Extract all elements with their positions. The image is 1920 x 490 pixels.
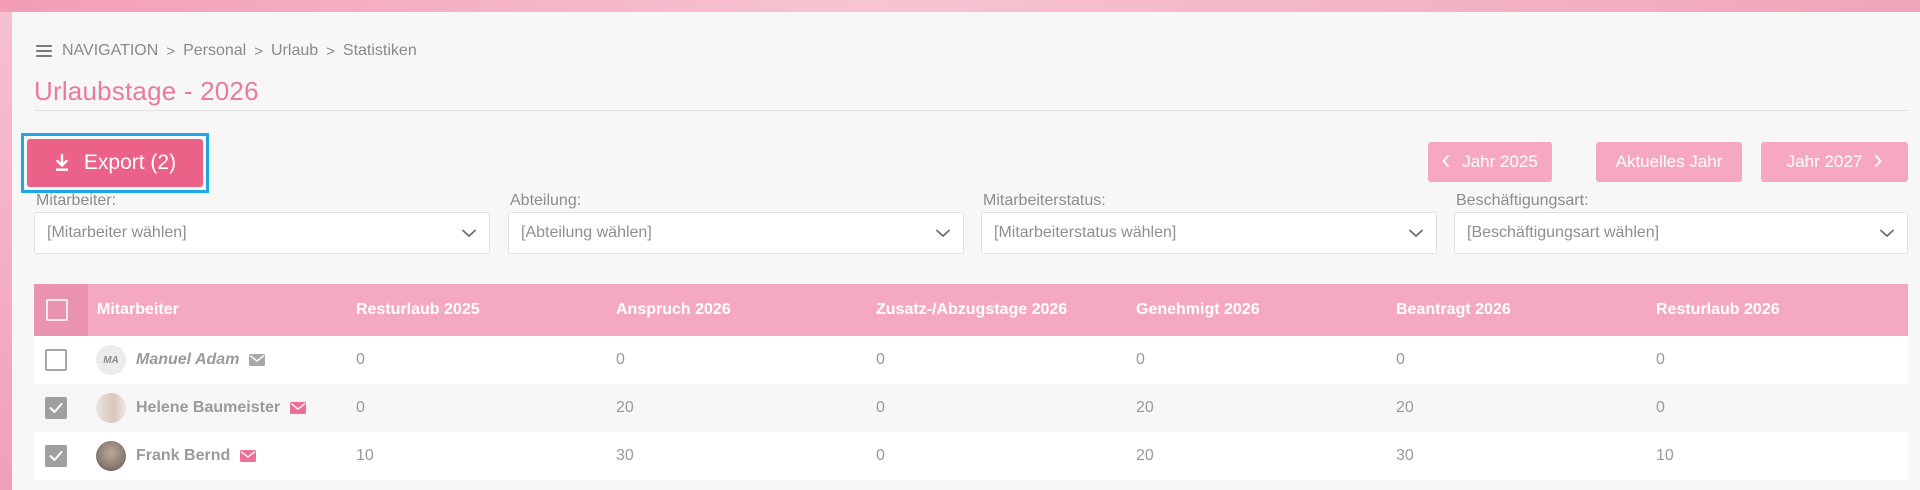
- cell-anspruch-2026: 0: [616, 351, 625, 368]
- avatar: MA: [96, 345, 126, 375]
- cell-resturlaub-2025: 10: [356, 447, 374, 464]
- next-year-label: Jahr 2027: [1786, 152, 1863, 171]
- export-button[interactable]: Export (2): [27, 139, 203, 187]
- table-row[interactable]: MA Manuel Adam 0 0 0 0 0 0: [34, 336, 1908, 384]
- chevron-left-icon: [1442, 152, 1450, 172]
- mitarbeiterstatus-select[interactable]: [Mitarbeiterstatus wählen]: [981, 212, 1437, 254]
- column-header-resturlaub-2025[interactable]: Resturlaub 2025: [348, 284, 608, 336]
- employee-name[interactable]: Manuel Adam: [136, 351, 239, 369]
- left-sidebar-strip: [0, 12, 12, 490]
- avatar: [96, 441, 126, 471]
- download-icon: [54, 154, 70, 172]
- column-header-resturlaub-2026[interactable]: Resturlaub 2026: [1648, 284, 1908, 336]
- cell-beantragt-2026: 30: [1396, 447, 1414, 464]
- prev-year-label: Jahr 2025: [1462, 152, 1538, 171]
- cell-zusatz-abzugstage-2026: 0: [876, 399, 885, 416]
- employee-name[interactable]: Helene Baumeister: [136, 399, 280, 417]
- filter-label-mitarbeiter: Mitarbeiter:: [36, 192, 117, 209]
- cell-genehmigt-2026: 20: [1136, 399, 1154, 416]
- column-header-beantragt-2026[interactable]: Beantragt 2026: [1388, 284, 1648, 336]
- mitarbeiter-select-value: [Mitarbeiter wählen]: [47, 224, 187, 241]
- cell-resturlaub-2025: 0: [356, 351, 365, 368]
- cell-beantragt-2026: 0: [1396, 351, 1405, 368]
- column-header-zusatz-abzugstage-2026[interactable]: Zusatz-/Abzugstage 2026: [868, 284, 1128, 336]
- vacation-statistics-table: Mitarbeiter Resturlaub 2025 Anspruch 202…: [34, 284, 1908, 480]
- beschaeftigungsart-select-value: [Beschäftigungsart wählen]: [1467, 224, 1660, 241]
- filter-label-abteilung: Abteilung:: [510, 192, 582, 209]
- column-header-anspruch-2026[interactable]: Anspruch 2026: [608, 284, 868, 336]
- breadcrumb-separator: >: [326, 42, 335, 60]
- table-header-row: Mitarbeiter Resturlaub 2025 Anspruch 202…: [34, 284, 1908, 336]
- next-year-button[interactable]: Jahr 2027: [1761, 142, 1908, 182]
- employee-cell: Helene Baumeister: [88, 384, 348, 432]
- hamburger-menu-icon[interactable]: [36, 45, 52, 57]
- chevron-down-icon: [1879, 225, 1895, 241]
- cell-zusatz-abzugstage-2026: 0: [876, 447, 885, 464]
- mitarbeiterstatus-select-value: [Mitarbeiterstatus wählen]: [994, 224, 1177, 241]
- abteilung-select-value: [Abteilung wählen]: [521, 224, 652, 241]
- mail-icon[interactable]: [240, 450, 257, 462]
- employee-info: MA Manuel Adam: [96, 345, 348, 375]
- column-header-mitarbeiter[interactable]: Mitarbeiter: [88, 284, 348, 336]
- employee-info: Frank Bernd: [96, 441, 348, 471]
- export-button-label: Export (2): [83, 151, 177, 174]
- row-select-cell: [34, 432, 88, 480]
- row-checkbox-checked[interactable]: [45, 445, 67, 467]
- cell-resturlaub-2026: 10: [1656, 447, 1674, 464]
- cell-zusatz-abzugstage-2026: 0: [876, 351, 885, 368]
- breadcrumb-separator: >: [254, 42, 263, 60]
- row-select-cell: [34, 336, 88, 384]
- breadcrumb-item-personal[interactable]: Personal: [183, 42, 246, 60]
- breadcrumb-separator: >: [166, 42, 176, 60]
- mitarbeiter-select[interactable]: [Mitarbeiter wählen]: [34, 212, 490, 254]
- employee-info: Helene Baumeister: [96, 393, 348, 423]
- breadcrumb-item-urlaub[interactable]: Urlaub: [271, 42, 318, 60]
- chevron-down-icon: [935, 225, 951, 241]
- employee-name[interactable]: Frank Bernd: [136, 447, 230, 465]
- page-title: Urlaubstage - 2026: [34, 76, 259, 106]
- mail-icon[interactable]: [249, 354, 266, 366]
- cell-beantragt-2026: 20: [1396, 399, 1414, 416]
- row-checkbox-checked[interactable]: [45, 397, 67, 419]
- cell-anspruch-2026: 20: [616, 399, 634, 416]
- cell-resturlaub-2025: 0: [356, 399, 365, 416]
- prev-year-button[interactable]: Jahr 2025: [1428, 142, 1552, 182]
- breadcrumb: NAVIGATION > Personal > Urlaub > Statist…: [36, 40, 417, 62]
- avatar: [96, 393, 126, 423]
- top-accent-bar: [0, 0, 1920, 12]
- current-year-label: Aktuelles Jahr: [1615, 152, 1723, 171]
- column-header-genehmigt-2026[interactable]: Genehmigt 2026: [1128, 284, 1388, 336]
- select-all-checkbox[interactable]: [46, 299, 68, 321]
- current-year-button[interactable]: Aktuelles Jahr: [1596, 142, 1742, 182]
- export-button-focus-ring: Export (2): [21, 133, 209, 193]
- table-row[interactable]: Helene Baumeister 0 20 0 20 20 0: [34, 384, 1908, 432]
- breadcrumb-item-navigation[interactable]: NAVIGATION: [62, 42, 158, 60]
- beschaeftigungsart-select[interactable]: [Beschäftigungsart wählen]: [1454, 212, 1908, 254]
- row-select-cell: [34, 384, 88, 432]
- employee-cell: MA Manuel Adam: [88, 336, 348, 384]
- title-divider: [34, 110, 1908, 111]
- chevron-down-icon: [461, 225, 477, 241]
- cell-anspruch-2026: 30: [616, 447, 634, 464]
- filter-label-beschaeftigungsart: Beschäftigungsart:: [1456, 192, 1589, 209]
- breadcrumb-item-statistiken: Statistiken: [342, 42, 417, 59]
- cell-genehmigt-2026: 0: [1136, 351, 1145, 368]
- chevron-down-icon: [1408, 225, 1424, 241]
- mail-icon[interactable]: [290, 402, 307, 414]
- abteilung-select[interactable]: [Abteilung wählen]: [508, 212, 964, 254]
- cell-genehmigt-2026: 20: [1136, 447, 1154, 464]
- table-row[interactable]: Frank Bernd 10 30 0 20 30 10: [34, 432, 1908, 480]
- cell-resturlaub-2026: 0: [1656, 399, 1665, 416]
- row-checkbox[interactable]: [45, 349, 67, 371]
- chevron-right-icon: [1874, 152, 1883, 172]
- select-all-cell: [34, 284, 88, 336]
- employee-cell: Frank Bernd: [88, 432, 348, 480]
- cell-resturlaub-2026: 0: [1656, 351, 1665, 368]
- filter-label-mitarbeiterstatus: Mitarbeiterstatus:: [983, 192, 1106, 209]
